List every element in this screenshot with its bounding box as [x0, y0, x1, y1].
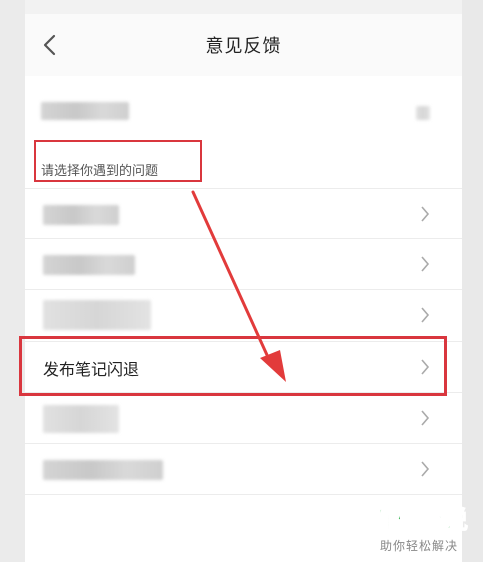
- watermark: 百科全说 助你轻松解决: [369, 500, 469, 554]
- annotation-arrow: [191, 190, 286, 382]
- watermark-brand: 百科全说: [369, 506, 469, 535]
- watermark-tagline: 助你轻松解决: [379, 539, 458, 553]
